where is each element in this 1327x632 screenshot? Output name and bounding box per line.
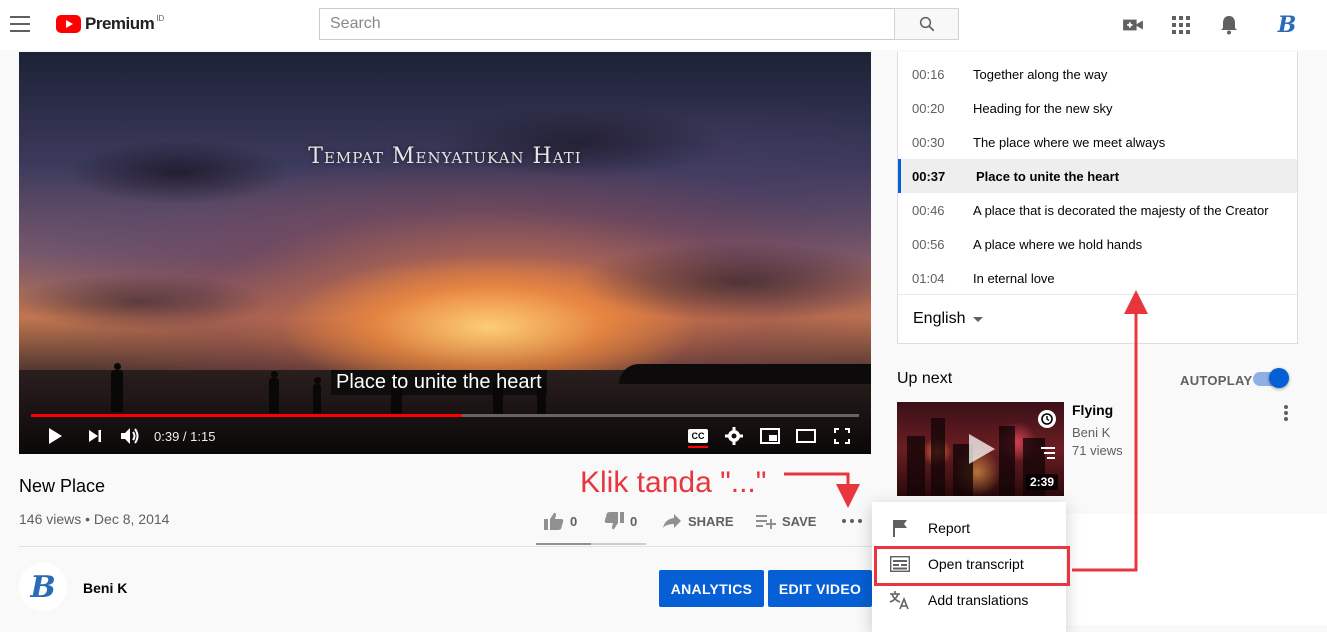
annotation-arrows [784,290,1148,572]
annotation-arrow-to-more [784,472,860,508]
annotation-arrow-to-transcript [1072,290,1148,572]
